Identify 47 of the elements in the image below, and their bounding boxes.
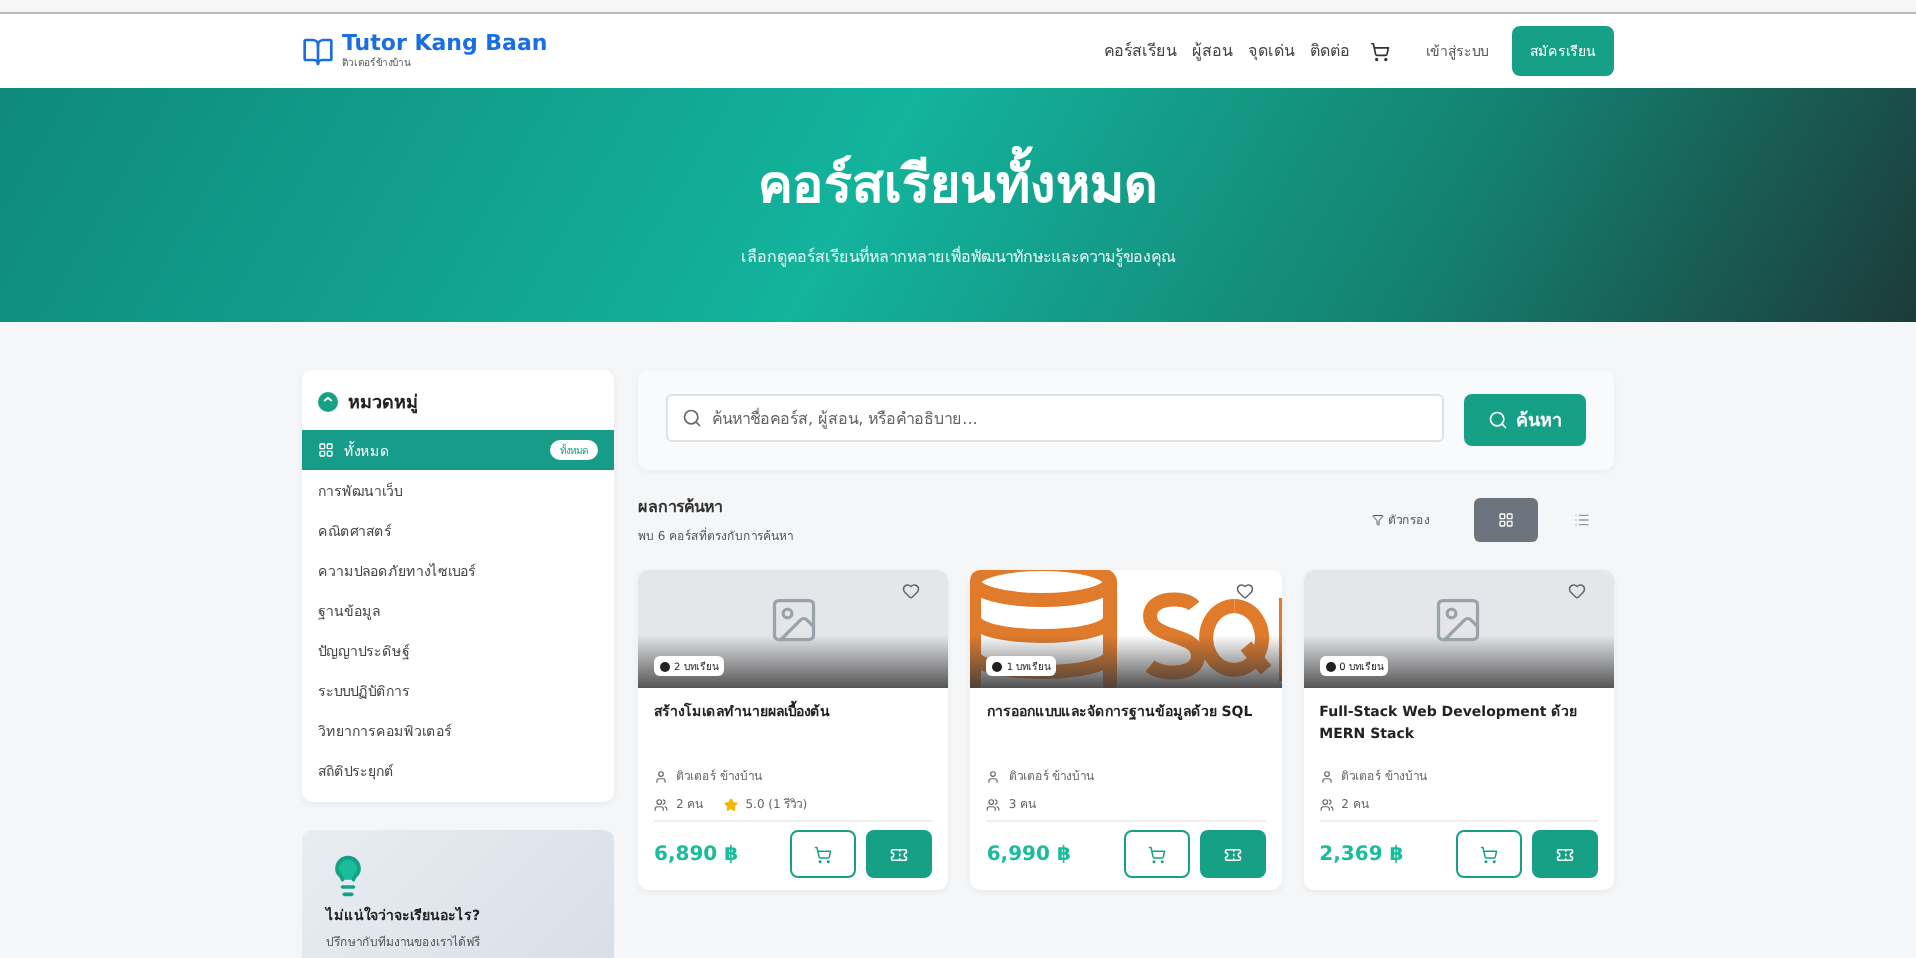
nav-link[interactable]: ติดต่อ xyxy=(1310,38,1350,64)
enroll-button[interactable] xyxy=(1199,830,1266,878)
cart-icon[interactable] xyxy=(1370,41,1390,61)
user-icon xyxy=(1319,769,1334,783)
course-price: 6,890 ฿ xyxy=(654,843,739,865)
user-icon xyxy=(654,769,668,783)
star-icon xyxy=(723,797,738,811)
search-icon xyxy=(1488,410,1508,430)
results-title: ผลการค้นหา xyxy=(638,496,724,520)
hero-subtitle: เลือกดูคอร์สเรียนที่หลากหลายเพื่อพัฒนาทักษะและความรู้ของคุณ xyxy=(741,244,1175,269)
list-icon xyxy=(1574,512,1590,528)
users-icon xyxy=(1319,797,1334,811)
cart-icon xyxy=(1479,845,1498,863)
view-toggle[interactable] xyxy=(1474,498,1538,542)
image-icon xyxy=(767,593,820,645)
cart-icon xyxy=(1147,845,1166,863)
enroll-button[interactable] xyxy=(1531,830,1598,878)
heart-icon[interactable] xyxy=(902,582,921,600)
cart-icon xyxy=(814,845,833,863)
category-icon xyxy=(318,392,338,412)
user-icon xyxy=(986,769,1001,783)
grid-icon xyxy=(318,442,334,458)
users-icon xyxy=(654,797,668,811)
cart-button[interactable] xyxy=(790,830,857,878)
heart-icon[interactable] xyxy=(1235,582,1254,600)
course-price: 2,369 ฿ xyxy=(1319,843,1404,865)
search-field[interactable]: ค้นหาชื่อคอร์ส, ผู้สอน, หรือคำอธิบาย... xyxy=(666,394,1444,442)
filter-icon xyxy=(1372,514,1384,526)
ticket-icon xyxy=(890,845,909,863)
ticket-icon xyxy=(1223,845,1242,863)
heart-icon[interactable] xyxy=(1567,582,1586,600)
search-icon xyxy=(682,408,702,428)
enroll-button[interactable] xyxy=(866,830,933,878)
cart-button[interactable] xyxy=(1455,830,1522,878)
grid-icon xyxy=(1498,512,1514,528)
nav-link[interactable]: จุดเด่น xyxy=(1248,38,1294,64)
image-icon xyxy=(1432,593,1485,645)
category-heading: หมวดหมู่ xyxy=(348,391,418,416)
users-icon xyxy=(986,797,1001,811)
course-price: 6,990 ฿ xyxy=(986,843,1071,865)
brand-name[interactable]: Tutor Kang Baan xyxy=(342,32,548,54)
book-icon xyxy=(302,35,334,67)
ticket-icon xyxy=(1555,845,1574,863)
nav-link[interactable]: คอร์สเรียน xyxy=(1104,38,1176,64)
hero-title: คอร์สเรียนทั้งหมด xyxy=(758,141,1158,223)
cart-button[interactable] xyxy=(1123,830,1190,878)
nav-link[interactable]: ผู้สอน xyxy=(1192,38,1232,64)
